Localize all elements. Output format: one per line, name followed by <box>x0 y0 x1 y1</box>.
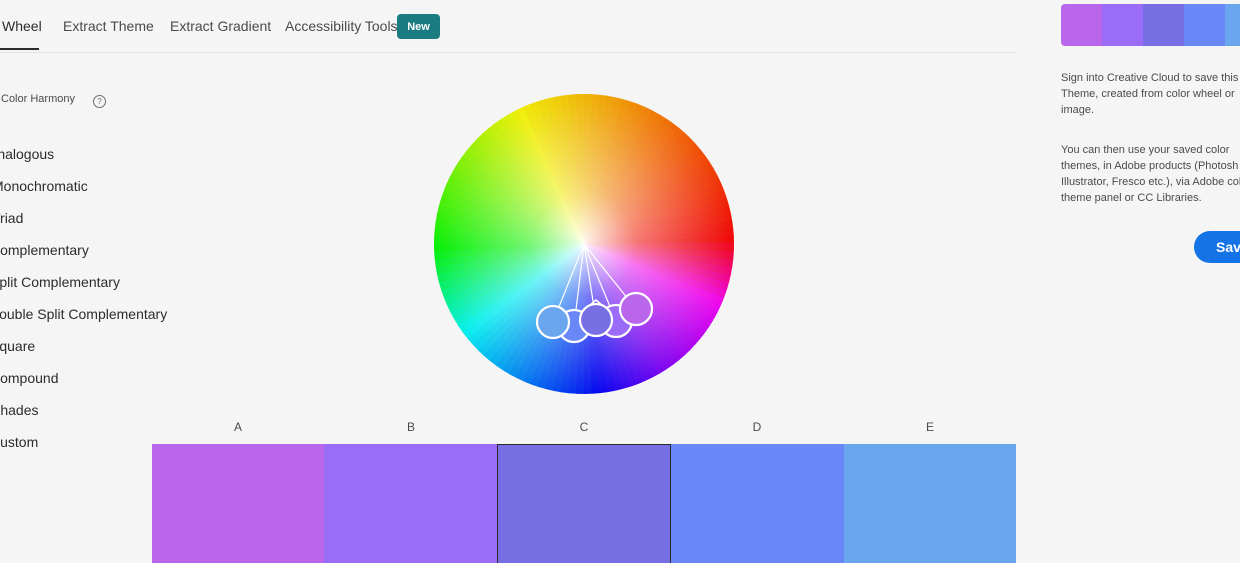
info-line: themes, in Adobe products (Photosh <box>1061 160 1239 172</box>
info-line: You can then use your saved color <box>1061 144 1230 156</box>
sign-in-message: Sign into Creative Cloud to save this C … <box>1061 70 1240 118</box>
color-wheel[interactable] <box>0 0 1240 420</box>
theme-preview-swatch <box>1184 4 1225 46</box>
color-handle-a[interactable] <box>618 291 654 327</box>
info-line: theme panel or CC Libraries. <box>1061 192 1202 204</box>
swatch-label-c: C <box>579 420 589 434</box>
theme-preview-swatch <box>1102 4 1143 46</box>
rule-custom[interactable]: Custom <box>0 434 38 450</box>
swatch-label-a: A <box>233 420 242 434</box>
theme-preview <box>1061 4 1240 46</box>
sign-in-line: Theme, created from color wheel or <box>1061 88 1235 100</box>
color-handle-e[interactable] <box>535 304 571 340</box>
theme-preview-swatch <box>1143 4 1184 46</box>
swatch-a[interactable] <box>152 444 324 563</box>
save-button[interactable]: Save <box>1194 231 1240 263</box>
swatch-c[interactable] <box>497 444 671 563</box>
sign-in-line: Sign into Creative Cloud to save this C <box>1061 72 1240 84</box>
info-line: Illustrator, Fresco etc.), via Adobe col <box>1061 176 1240 188</box>
color-handle-c-base[interactable] <box>578 302 614 338</box>
swatch-d[interactable] <box>671 444 844 563</box>
saved-themes-info: You can then use your saved color themes… <box>1061 142 1240 206</box>
theme-preview-swatch <box>1061 4 1102 46</box>
sign-in-line: image. <box>1061 104 1095 116</box>
swatch-label-b: B <box>406 420 415 434</box>
swatch-e[interactable] <box>844 444 1016 563</box>
theme-preview-swatch <box>1225 4 1240 46</box>
swatch-label-d: D <box>752 420 762 434</box>
swatch-label-e: E <box>925 420 934 434</box>
swatch-b[interactable] <box>324 444 497 563</box>
